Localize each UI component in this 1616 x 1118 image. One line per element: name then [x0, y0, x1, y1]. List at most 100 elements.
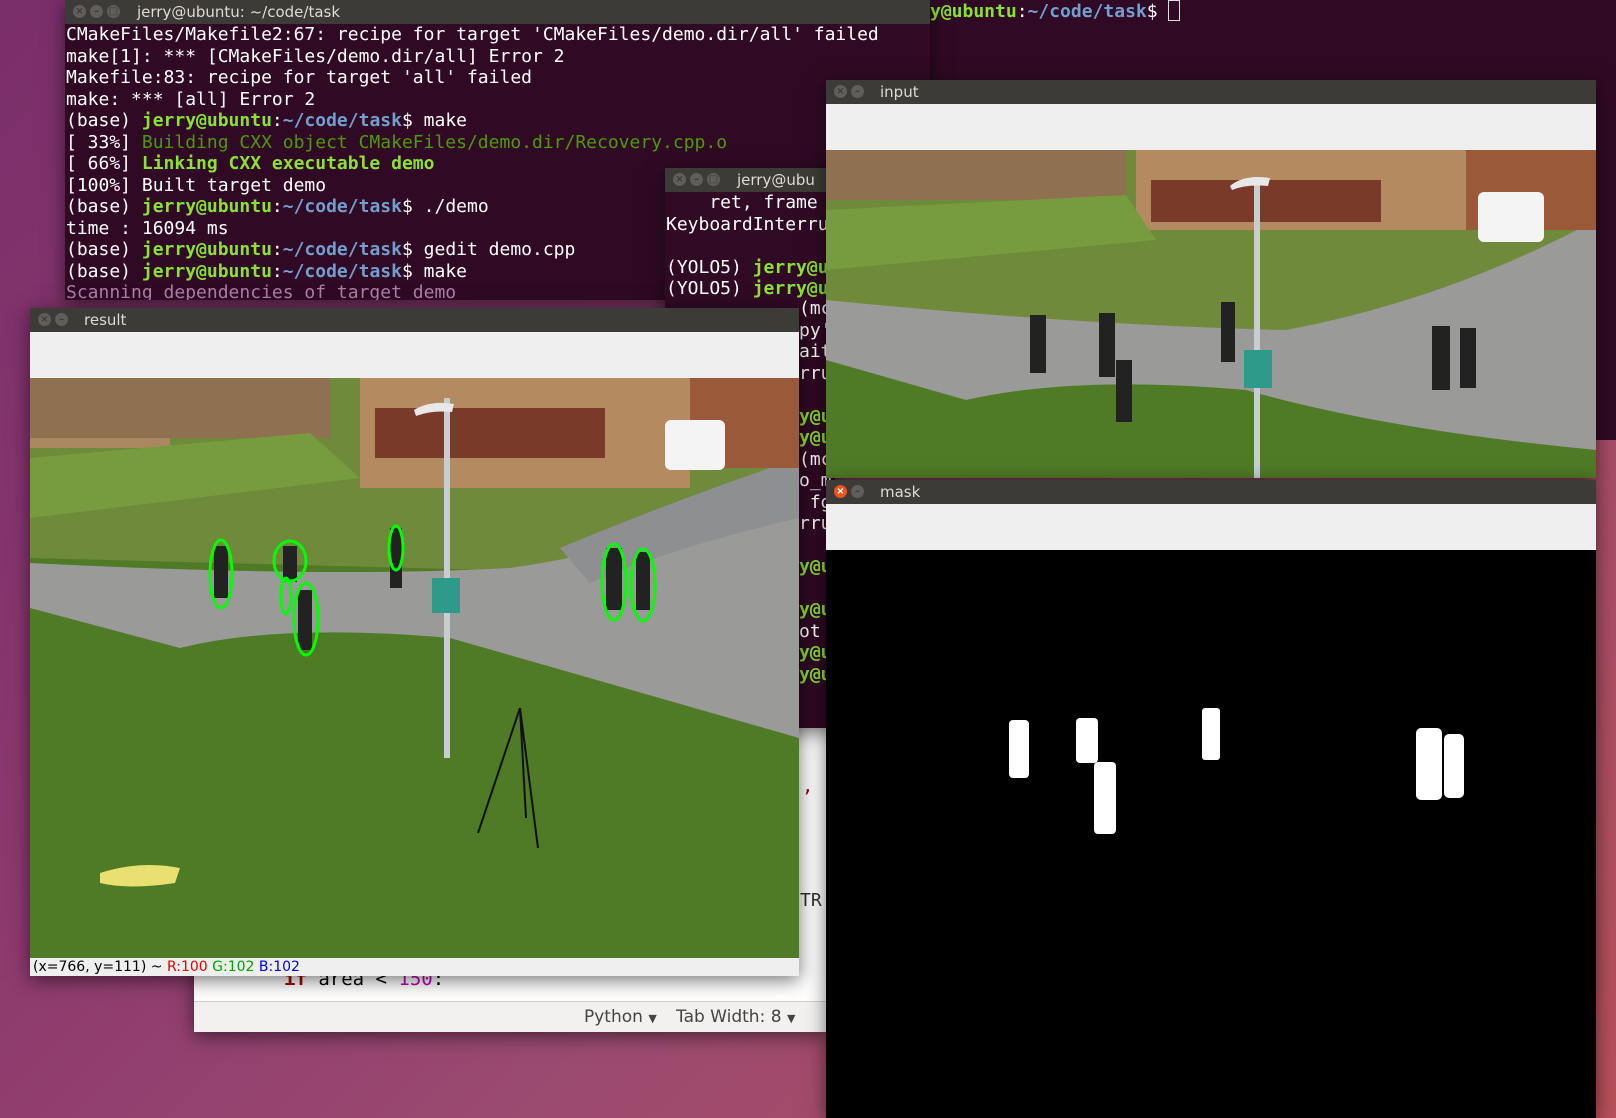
terminal-text: jerry@ubuntu: [141, 239, 272, 260]
pedestrian-3: [1116, 360, 1132, 422]
terminal-text: Linking CXX executable demo: [141, 153, 435, 174]
close-icon[interactable]: ×: [834, 485, 847, 498]
terminal-text: ~/code/task: [282, 110, 402, 131]
pedestrian-6: [1460, 328, 1476, 388]
close-icon[interactable]: ×: [673, 173, 686, 186]
top-terminal-titlebar[interactable]: × – □ jerry@ubuntu: ~/code/task: [65, 0, 930, 24]
white-van: [665, 420, 725, 470]
mask-window[interactable]: × – mask: [826, 480, 1596, 1118]
maximize-icon[interactable]: □: [707, 173, 720, 186]
middle-terminal-titlebar[interactable]: × – □ jerry@ubu: [665, 168, 835, 192]
maximize-icon[interactable]: □: [107, 5, 120, 18]
window-title: mask: [880, 483, 921, 501]
close-icon[interactable]: ×: [73, 5, 86, 18]
terminal-line: (YOLO5) jerry@u: [666, 257, 835, 279]
close-icon[interactable]: ×: [834, 85, 847, 98]
dropdown-arrow-icon: ▼: [786, 1012, 796, 1025]
pedestrian-4: [1221, 302, 1235, 362]
terminal-text: Scanning dependencies of target demo: [66, 282, 457, 300]
minimize-icon[interactable]: –: [90, 5, 103, 18]
language-selector[interactable]: Python ▼: [584, 1002, 657, 1032]
terminal-line: (base) jerry@ubuntu:~/code/task$ make: [66, 110, 930, 132]
terminal-cursor: [1168, 0, 1181, 21]
mask-blob: [1009, 720, 1029, 778]
pedestrian-6: [636, 552, 650, 610]
terminal-text: jerry@u: [752, 256, 829, 278]
result-window[interactable]: × – result (x=766, y=111) ~ R:100 G:102 …: [30, 308, 799, 976]
terminal-text: ~/code/task: [282, 239, 402, 260]
close-icon[interactable]: ×: [38, 313, 51, 326]
window-title: input: [880, 83, 919, 101]
foreground-blobs: [1009, 708, 1464, 834]
terminal-text: jerry@ubuntu: [141, 196, 272, 217]
minimize-icon[interactable]: –: [690, 173, 703, 186]
mask-blob: [1202, 708, 1220, 760]
terminal-text: $ make: [401, 110, 467, 131]
result-titlebar[interactable]: × – result: [30, 308, 799, 332]
terminal-text: :: [271, 260, 283, 282]
terminal-text: ~/code/task: [282, 196, 402, 217]
input-scene-svg: [826, 150, 1596, 478]
terminal-text: KeyboardInterru: [666, 213, 829, 235]
lamp-post: [1254, 180, 1260, 478]
terminal-text: (base): [66, 260, 142, 282]
building-roof-left: [30, 378, 330, 438]
terminal-text: time : 16094 ms: [66, 217, 229, 239]
input-window[interactable]: × – input: [826, 80, 1596, 478]
terminal-text: (base): [66, 239, 142, 260]
pedestrian-5: [1432, 326, 1450, 390]
gedit-statusbar: Python ▼ Tab Width: 8 ▼: [194, 1001, 826, 1032]
bg-prompt-user: y@ubuntu: [930, 1, 1017, 22]
terminal-text: jerry@ubuntu: [141, 260, 272, 282]
mask-image[interactable]: [826, 550, 1596, 1118]
language-label: Python: [584, 1007, 643, 1027]
minimize-icon[interactable]: –: [55, 313, 68, 326]
minimize-icon[interactable]: –: [851, 85, 864, 98]
terminal-line: Makefile:83: recipe for target 'all' fai…: [66, 67, 930, 89]
input-titlebar[interactable]: × – input: [826, 80, 1596, 104]
terminal-text: (base): [66, 110, 142, 131]
code-fragment: ,: [802, 775, 814, 797]
pedestrian-5: [606, 548, 622, 610]
tab-width-label: Tab Width: 8: [676, 1007, 782, 1027]
terminal-text: ~/code/task: [282, 260, 402, 282]
window-title: result: [84, 311, 127, 329]
pedestrian-4: [390, 528, 402, 588]
terminal-text: [100%] Built target demo: [66, 174, 327, 196]
status-coords: (x=766, y=111) ~: [33, 959, 167, 975]
terminal-text: (YOLO5): [666, 256, 753, 278]
terminal-text: [ 66%]: [66, 153, 142, 174]
status-blue: B:102: [258, 959, 300, 975]
terminal-text: jerry@ubuntu: [141, 110, 272, 131]
terminal-text: ret, frame: [666, 192, 818, 213]
terminal-text: jerry@u: [752, 278, 829, 299]
tab-width-selector[interactable]: Tab Width: 8 ▼: [676, 1002, 795, 1032]
terminal-text: $ ./demo: [401, 196, 489, 217]
terminal-line: make: *** [all] Error 2: [66, 89, 930, 111]
mask-titlebar[interactable]: × – mask: [826, 480, 1596, 504]
terminal-text: (YOLO5): [666, 278, 753, 299]
pedestrian-2: [283, 546, 297, 582]
status-red: R:100: [166, 959, 208, 975]
terminal-line: ret, frame: [666, 192, 835, 214]
dropdown-arrow-icon: ▼: [648, 1012, 657, 1025]
mask-blob: [1444, 734, 1464, 798]
bg-prompt-suffix: $: [1146, 1, 1169, 22]
terminal-line: KeyboardInterru: [666, 214, 835, 236]
sign: [432, 578, 460, 613]
bg-prompt-path: ~/code/task: [1027, 1, 1147, 22]
terminal-line: CMakeFiles/Makefile2:67: recipe for targ…: [66, 24, 930, 46]
result-image[interactable]: [30, 378, 799, 958]
terminal-line: [ 33%] Building CXX object CMakeFiles/de…: [66, 132, 930, 154]
pedestrian-2: [1099, 313, 1115, 377]
terminal-text: make: *** [all] Error 2: [66, 88, 316, 110]
building-windows: [1151, 180, 1381, 222]
terminal-text: :: [271, 110, 283, 131]
window-title: jerry@ubuntu: ~/code/task: [137, 3, 341, 21]
terminal-text: :: [271, 196, 283, 217]
mask-blobs-svg: [1009, 708, 1464, 834]
minimize-icon[interactable]: –: [851, 485, 864, 498]
mask-blob: [1076, 718, 1098, 763]
input-image[interactable]: [826, 150, 1596, 478]
